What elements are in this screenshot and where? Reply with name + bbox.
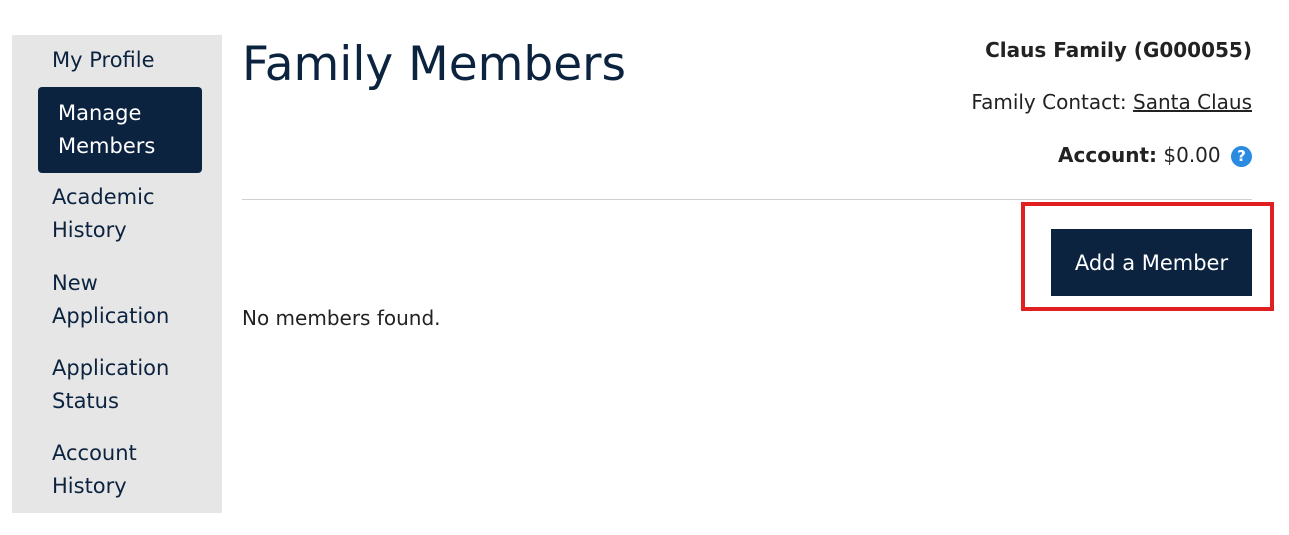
sidebar-item-new-application[interactable]: New Application <box>52 267 212 333</box>
family-contact-link[interactable]: Santa Claus <box>1133 90 1252 114</box>
sidebar-item-my-profile[interactable]: My Profile <box>52 44 212 77</box>
family-contact: Family Contact: Santa Claus <box>832 89 1252 115</box>
empty-members-message: No members found. <box>242 306 441 330</box>
sidebar-item-application-status[interactable]: Application Status <box>52 352 212 418</box>
sidebar-item-manage-members[interactable]: Manage Members <box>38 87 202 173</box>
add-member-button[interactable]: Add a Member <box>1051 229 1252 296</box>
account-balance: Account: $0.00 ? <box>832 142 1252 168</box>
account-value: $0.00 <box>1163 143 1221 167</box>
header-divider <box>242 199 1252 200</box>
sidebar-item-academic-history[interactable]: Academic History <box>52 181 212 247</box>
question-circle-icon[interactable]: ? <box>1231 146 1252 167</box>
sidebar-item-account-history[interactable]: Account History <box>52 437 212 503</box>
page-title: Family Members <box>242 37 626 92</box>
family-contact-label: Family Contact: <box>971 90 1127 114</box>
account-label: Account: <box>1058 143 1158 167</box>
family-name: Claus Family (G000055) <box>985 38 1252 62</box>
sidebar-nav: My Profile Manage Members Academic Histo… <box>12 35 222 513</box>
